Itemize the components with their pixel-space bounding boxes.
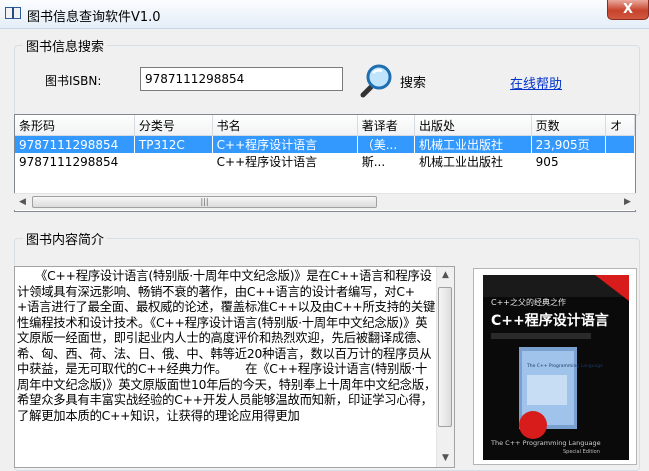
horizontal-scroll-thumb[interactable]: |||: [32, 196, 377, 208]
cover-edition-text: Special Edition: [563, 449, 600, 455]
description-textbox[interactable]: 《C++程序设计语言(特别版·十周年中文纪念版)》是在C++语言和程序设计领域具…: [14, 266, 455, 468]
results-header: 条形码 分类号 书名 著译者 出版处 页数 オ: [15, 115, 635, 136]
scroll-left-icon[interactable]: ◀: [14, 194, 31, 210]
cell-extra: [606, 153, 635, 170]
cell-pages: 905: [535, 154, 559, 169]
description-group-legend: 图书内容简介: [26, 233, 105, 248]
scroll-down-icon[interactable]: ▼: [437, 450, 454, 467]
cover-sub-text: The C++ Programming Language: [490, 439, 601, 447]
description-text: 《C++程序设计语言(特别版·十周年中文纪念版)》是在C++语言和程序设计领域具…: [17, 269, 437, 423]
cell-barcode: 9787111298854: [19, 154, 119, 169]
column-header-classno[interactable]: 分类号: [134, 115, 213, 136]
isbn-label: 图书ISBN:: [45, 74, 102, 88]
cell-pages: 23,905页: [531, 135, 606, 153]
cell-classno: TP312C: [134, 135, 213, 153]
cell-title: C++程序设计语言: [216, 155, 318, 169]
cell-classno: [134, 153, 212, 170]
cell-extra: [605, 135, 635, 153]
column-header-barcode[interactable]: 条形码: [15, 115, 135, 136]
magnifier-icon: [360, 64, 392, 98]
scroll-up-icon[interactable]: ▲: [437, 267, 454, 284]
cell-publisher: 机械工业出版社: [418, 155, 503, 169]
vertical-scrollbar[interactable]: ▲ ▼: [436, 267, 454, 467]
column-header-pages[interactable]: 页数: [531, 115, 607, 136]
column-header-publisher[interactable]: 出版处: [414, 115, 532, 136]
cell-author: 斯...: [361, 155, 386, 169]
book-cover-frame: C++之父的经典之作 C++程序设计语言 The C++ Programming…: [473, 268, 637, 465]
horizontal-scrollbar[interactable]: ◀ ||| ▶: [14, 193, 636, 210]
cover-inner-text: The C++ Programming Language: [526, 363, 603, 369]
isbn-input[interactable]: [140, 67, 343, 91]
cell-author: （美...: [357, 135, 415, 153]
book-app-icon: [5, 7, 21, 19]
column-header-title[interactable]: 书名: [212, 115, 358, 136]
vertical-scroll-thumb[interactable]: [438, 287, 452, 427]
cover-title-text: C++程序设计语言: [491, 312, 609, 329]
search-button[interactable]: 搜索: [360, 62, 440, 98]
online-help-link[interactable]: 在线帮助: [510, 73, 562, 92]
close-button[interactable]: X: [607, 0, 649, 20]
column-header-extra[interactable]: オ: [605, 115, 635, 136]
cover-top-text: C++之父的经典之作: [491, 297, 566, 307]
search-group-legend: 图书信息搜索: [26, 40, 105, 55]
table-row[interactable]: 9787111298854 TP312C C++程序设计语言 （美... 机械工…: [15, 135, 635, 153]
cell-title: C++程序设计语言: [212, 135, 358, 153]
cell-publisher: 机械工业出版社: [414, 135, 532, 153]
table-row[interactable]: 9787111298854 C++程序设计语言 斯... 机械工业出版社 905: [15, 153, 635, 170]
search-button-label: 搜索: [400, 76, 427, 91]
book-cover-image: C++之父的经典之作 C++程序设计语言 The C++ Programming…: [483, 275, 629, 460]
window-title: 图书信息查询软件V1.0: [27, 10, 161, 25]
column-header-author[interactable]: 著译者: [357, 115, 415, 136]
cell-barcode: 9787111298854: [15, 135, 135, 153]
title-bar: 图书信息查询软件V1.0 X: [0, 0, 649, 29]
scroll-right-icon[interactable]: ▶: [619, 194, 636, 210]
